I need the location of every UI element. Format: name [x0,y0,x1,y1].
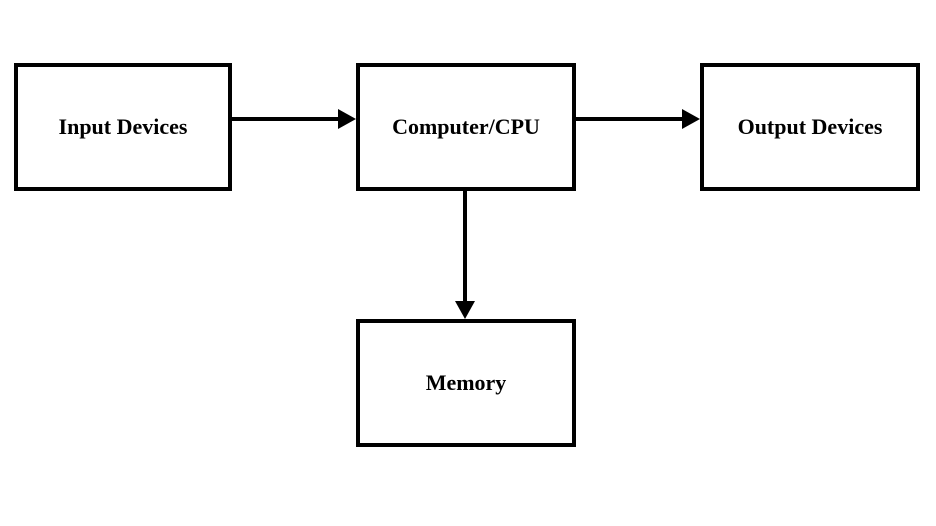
output-devices-box: Output Devices [700,63,920,191]
arrow-cpu-to-memory-line [463,191,467,301]
memory-box: Memory [356,319,576,447]
arrow-input-to-cpu-head [338,109,356,129]
memory-label: Memory [426,370,507,396]
arrow-cpu-to-memory-head [455,301,475,319]
arrow-cpu-to-output-head [682,109,700,129]
input-devices-label: Input Devices [59,114,188,140]
output-devices-label: Output Devices [738,114,883,140]
computer-cpu-label: Computer/CPU [392,114,540,140]
arrow-cpu-to-output-line [576,117,682,121]
arrow-input-to-cpu-line [232,117,338,121]
computer-cpu-box: Computer/CPU [356,63,576,191]
input-devices-box: Input Devices [14,63,232,191]
